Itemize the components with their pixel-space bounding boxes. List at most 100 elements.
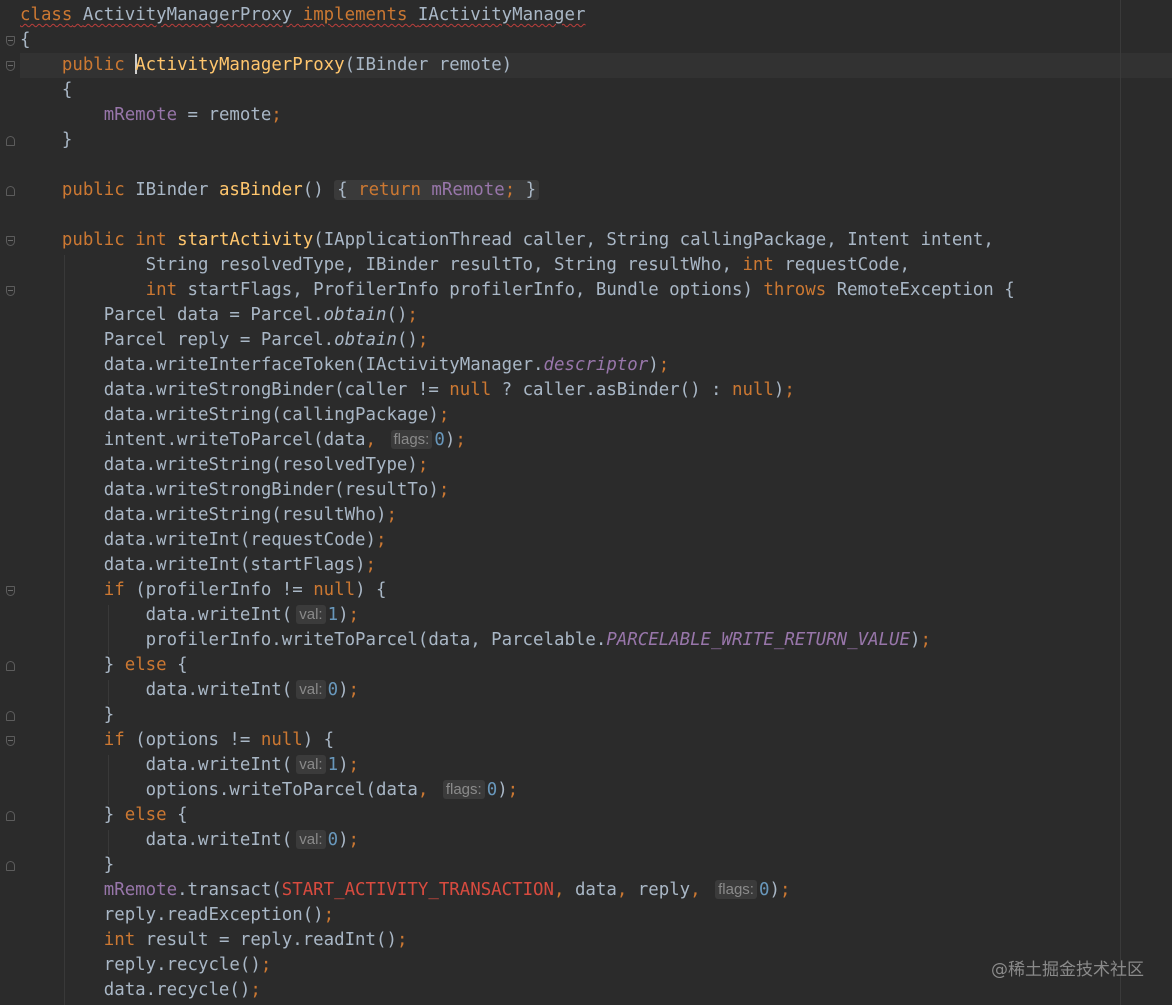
code-line[interactable]: intent.writeToParcel(data, flags: 0); [20,428,466,453]
folded-method-body[interactable]: { return mRemote; } [334,180,540,200]
code-line[interactable]: mRemote = remote; [20,103,282,128]
code-line[interactable]: } [20,703,114,728]
fold-toggle-icon[interactable] [6,236,15,246]
semicolon: ; [396,930,408,950]
fold-toggle-icon[interactable] [6,736,15,746]
code-line[interactable]: int startFlags, ProfilerInfo profilerInf… [20,278,1015,303]
number-literal: 1 [327,755,339,775]
fold-toggle-icon[interactable] [6,861,15,871]
code-editor[interactable]: class ActivityManagerProxy implements IA… [0,0,1172,1005]
params: startFlags, ProfilerInfo profilerInfo, B… [177,280,764,300]
code-line-constructor[interactable]: public ActivityManagerProxy(IBinder remo… [20,53,512,78]
code-line[interactable]: profilerInfo.writeToParcel(data, Parcela… [20,628,931,653]
number-literal: 1 [327,605,339,625]
semicolon: ; [438,405,450,425]
brace: } [103,855,115,875]
keyword-if: if [103,580,125,600]
constant-start-activity-transaction: START_ACTIVITY_TRANSACTION [281,880,554,900]
code-text: ) [338,755,349,775]
code-line[interactable]: data.writeStrongBinder(resultTo); [20,478,450,503]
keyword-throws: throws [763,280,827,300]
code-text: ) [338,680,349,700]
code-text: intent.writeToParcel(data [103,430,366,450]
fold-toggle-icon[interactable] [6,286,15,296]
comma: , [417,780,429,800]
code-line[interactable]: data.writeInterfaceToken(IActivityManage… [20,353,669,378]
semicolon: ; [271,105,282,125]
code-text: data.writeInt( [145,830,293,850]
fold-toggle-icon[interactable] [6,586,15,596]
code-line-class-declaration[interactable]: class ActivityManagerProxy implements IA… [20,3,585,28]
semicolon: ; [250,980,261,1000]
code-line[interactable]: } else { [20,803,188,828]
fold-toggle-icon[interactable] [6,136,15,146]
keyword-public: public [61,55,125,75]
interface-name: IActivityManager [417,5,586,25]
code-line[interactable]: options.writeToParcel(data, flags: 0); [20,778,518,803]
fold-toggle-icon[interactable] [6,811,15,821]
code-line[interactable]: String resolvedType, IBinder resultTo, S… [20,253,910,278]
code-text: { [166,655,188,675]
keyword-class: class [20,5,73,25]
code-line[interactable]: Parcel data = Parcel.obtain(); [20,303,418,328]
code-line[interactable]: Parcel reply = Parcel.obtain(); [20,328,429,353]
code-line[interactable]: data.writeInt(val: 1); [20,603,359,628]
static-method: obtain [323,305,387,325]
code-line[interactable]: data.recycle(); [20,978,261,1003]
code-line[interactable]: if (options != null) { [20,728,334,753]
code-text: () [396,330,418,350]
code-line[interactable]: data.writeString(callingPackage); [20,403,450,428]
code-line[interactable]: data.writeInt(val: 1); [20,753,359,778]
code-text: data.writeInt(requestCode) [103,530,376,550]
code-line[interactable]: data.writeString(resolvedType); [20,453,429,478]
code-text: data.writeStrongBinder(resultTo) [103,480,439,500]
semicolon: ; [784,380,795,400]
code-line[interactable]: data.writeInt(val: 0); [20,678,359,703]
code-line-startactivity[interactable]: public int startActivity(IApplicationThr… [20,228,994,253]
code-text: data.recycle() [103,980,251,1000]
brace: { [337,180,359,200]
code-text: ) [338,830,349,850]
code-line[interactable]: } [20,128,72,153]
parens: () [302,180,324,200]
keyword-null: null [313,580,356,600]
field-mremote: mRemote [103,105,178,125]
code-line[interactable]: data.writeInt(val: 0); [20,828,359,853]
code-line[interactable]: data.writeInt(requestCode); [20,528,387,553]
code-line[interactable]: } [20,853,114,878]
code-text: data.writeInt( [145,605,293,625]
semicolon: ; [438,480,450,500]
code-text: ) [648,355,659,375]
code-text: ) [773,380,785,400]
code-line[interactable]: data.writeString(resultWho); [20,503,397,528]
code-line[interactable]: data.writeInt(startFlags); [20,553,376,578]
code-line[interactable]: } else { [20,653,188,678]
code-line[interactable]: { [20,28,30,53]
code-line[interactable]: { [20,78,72,103]
code-line[interactable]: reply.recycle(); [20,953,272,978]
parameter-hint: flags: [390,430,433,449]
right-margin-guide [1120,0,1121,1005]
code-line[interactable]: mRemote.transact(START_ACTIVITY_TRANSACT… [20,878,790,903]
parameter-hint: flags: [715,880,757,899]
code-text: options.writeToParcel(data [145,780,418,800]
fold-toggle-icon[interactable] [6,711,15,721]
code-line-asbinder[interactable]: public IBinder asBinder() { return mRemo… [20,178,540,203]
static-constant: PARCELABLE_WRITE_RETURN_VALUE [606,630,910,650]
semicolon: ; [348,755,360,775]
code-text: { [166,805,188,825]
static-method: obtain [334,330,397,350]
code-line[interactable]: if (profilerInfo != null) { [20,578,387,603]
semicolon: ; [417,330,429,350]
code-line[interactable]: int result = reply.readInt(); [20,928,408,953]
keyword-int: int [145,280,178,300]
brace: } [515,180,537,200]
fold-toggle-icon[interactable] [6,61,15,71]
code-line[interactable]: reply.readException(); [20,903,334,928]
return-type: IBinder [124,180,219,200]
fold-toggle-icon[interactable] [6,36,15,46]
fold-toggle-icon[interactable] [6,661,15,671]
fold-toggle-icon[interactable] [6,186,15,196]
code-line[interactable]: data.writeStrongBinder(caller != null ? … [20,378,795,403]
code-text: Parcel data = Parcel. [103,305,324,325]
